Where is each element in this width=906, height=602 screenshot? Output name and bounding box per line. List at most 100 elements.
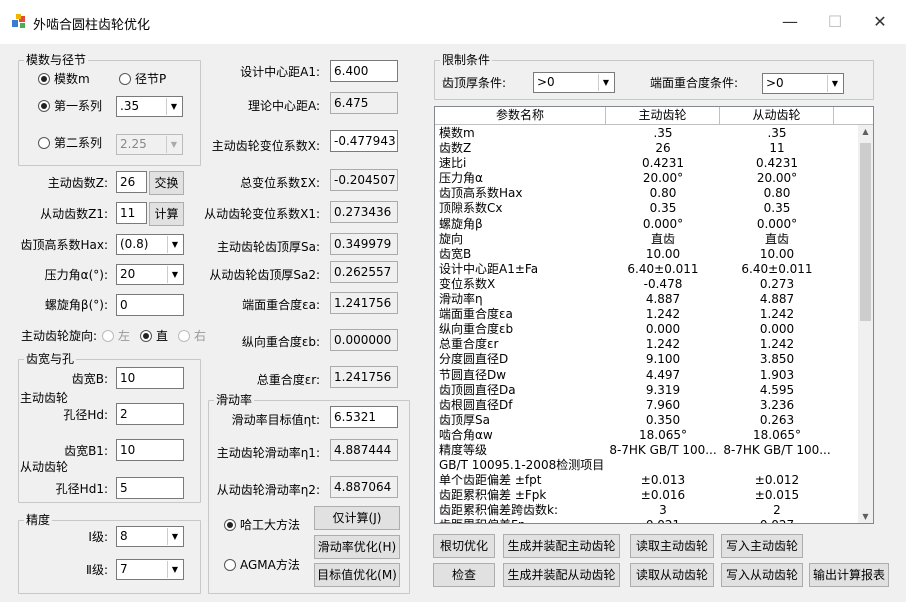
alpha-select[interactable]: 20 ▼ xyxy=(116,264,184,285)
read-driven-gear-button[interactable]: 读取从动齿轮 xyxy=(630,563,714,587)
table-row[interactable]: 速比i 0.4231 0.4231 xyxy=(435,156,859,171)
table-row[interactable]: 设计中心距A1±Fa 6.40±0.011 6.40±0.011 xyxy=(435,262,859,277)
b-input[interactable]: 10 xyxy=(116,367,184,389)
precision-group-title: 精度 xyxy=(24,513,53,527)
hd1-input[interactable]: 5 xyxy=(116,477,184,499)
b1-input[interactable]: 10 xyxy=(116,439,184,461)
radio-dir-straight[interactable]: 直 xyxy=(140,329,168,343)
radio-module[interactable]: 模数m xyxy=(38,72,90,86)
a1-input[interactable]: 6.400 xyxy=(330,60,398,82)
target-input[interactable]: 6.5321 xyxy=(330,406,398,428)
cell-param: 齿宽B xyxy=(439,246,472,261)
export-report-button[interactable]: 输出计算报表 xyxy=(809,563,889,587)
table-row[interactable]: 齿宽B 10.00 10.00 xyxy=(435,247,859,262)
table-row[interactable]: 齿顶高系数Hax 0.80 0.80 xyxy=(435,186,859,201)
cell-param: 顶隙系数Cx xyxy=(439,201,503,216)
table-row[interactable]: 螺旋角β 0.000° 0.000° xyxy=(435,217,859,232)
cell-param: 分度圆直径D xyxy=(439,352,509,367)
scroll-up-icon[interactable]: ▲ xyxy=(858,127,873,136)
table-row[interactable]: 啮合角αw 18.065° 18.065° xyxy=(435,428,859,443)
cell-param: 齿顶高系数Hax xyxy=(439,186,523,201)
target-optimize-button[interactable]: 目标值优化(M) xyxy=(314,563,400,587)
gen-drive-gear-button[interactable]: 生成并装配主动齿轮 xyxy=(503,534,620,558)
table-row[interactable]: 顶隙系数Cx 0.35 0.35 xyxy=(435,201,859,216)
radio-module-label: 模数m xyxy=(54,72,90,86)
table-row[interactable]: 变位系数X -0.478 0.273 xyxy=(435,277,859,292)
header-driving: 主动齿轮 xyxy=(606,107,720,124)
table-row[interactable]: 旋向 直齿 直齿 xyxy=(435,232,859,247)
table-row[interactable]: GB/T 10095.1-2008检测项目 xyxy=(435,458,859,473)
grade1-select[interactable]: 8 ▼ xyxy=(116,526,184,547)
vertical-scrollbar[interactable]: ▲ ▼ xyxy=(858,125,873,523)
radio-hit-method[interactable]: 哈工大方法 xyxy=(224,518,300,532)
result-table[interactable]: 参数名称 主动齿轮 从动齿轮 模数m .35 .35 齿数Z 26 11 速比i 0.4231… xyxy=(434,106,874,524)
series1-select[interactable]: .35 ▼ xyxy=(116,96,183,117)
radio-series2[interactable]: 第二系列 xyxy=(38,136,102,150)
read-drive-gear-button[interactable]: 读取主动齿轮 xyxy=(630,534,714,558)
gen-driven-gear-button[interactable]: 生成并装配从动齿轮 xyxy=(503,563,620,587)
table-row[interactable]: 齿距累积偏差Fp0.0210.027 xyxy=(435,518,859,523)
sx-label: 总变位系数ΣX: xyxy=(240,176,320,190)
table-row[interactable]: 总重合度εr 1.242 1.242 xyxy=(435,337,859,352)
n2-label: 从动齿轮滑动率η2: xyxy=(216,483,320,497)
table-row[interactable]: 节圆直径Dw 4.497 1.903 xyxy=(435,368,859,383)
calc-button[interactable]: 计算 xyxy=(149,202,184,226)
check-button[interactable]: 检查 xyxy=(433,563,495,587)
root-cut-optimize-button[interactable]: 根切优化 xyxy=(433,534,495,558)
table-row[interactable]: 模数m .35 .35 xyxy=(435,126,859,141)
series2-select[interactable]: 2.25 ▼ xyxy=(116,134,183,155)
cell-driving: 9.319 xyxy=(645,382,681,397)
table-row[interactable]: 压力角α 20.00° 20.00° xyxy=(435,171,859,186)
x-label: 主动齿轮变位系数X: xyxy=(211,139,320,153)
cell-driven: 2 xyxy=(773,503,781,518)
scroll-down-icon[interactable]: ▼ xyxy=(858,512,873,521)
slide-optimize-button[interactable]: 滑动率优化(H) xyxy=(314,535,400,559)
z2-input[interactable]: 11 xyxy=(116,202,147,224)
cell-driven: 1.903 xyxy=(759,367,795,382)
overlap-condition-select[interactable]: >0 ▼ xyxy=(762,73,844,94)
table-row[interactable]: 纵向重合度εb 0.000 0.000 xyxy=(435,322,859,337)
cell-driving: 26 xyxy=(655,141,671,156)
cell-param: 模数m xyxy=(439,126,475,140)
beta-input[interactable]: 0 xyxy=(116,294,184,316)
cell-driven: 4.595 xyxy=(759,382,795,397)
close-button[interactable]: ✕ xyxy=(870,12,890,32)
radio-series1[interactable]: 第一系列 xyxy=(38,99,102,113)
cell-driving: 4.497 xyxy=(645,367,681,382)
hax-select[interactable]: (0.8) ▼ xyxy=(116,234,184,255)
x1-output: 0.273436 xyxy=(330,201,398,223)
grade1-value: 8 xyxy=(120,529,128,543)
write-drive-gear-button[interactable]: 写入主动齿轮 xyxy=(721,534,803,558)
calc-only-button[interactable]: 仅计算(J) xyxy=(314,506,400,530)
radio-dir-left[interactable]: 左 xyxy=(102,329,130,343)
cell-driven: 1.242 xyxy=(759,337,795,352)
maximize-button[interactable]: ☐ xyxy=(825,12,845,32)
table-row[interactable]: 齿数Z 26 11 xyxy=(435,141,859,156)
table-row[interactable]: 端面重合度εa 1.242 1.242 xyxy=(435,307,859,322)
table-row[interactable]: 滑动率η 4.887 4.887 xyxy=(435,292,859,307)
table-row[interactable]: 单个齿距偏差 ±fpt ±0.013 ±0.012 xyxy=(435,473,859,488)
minimize-button[interactable]: — xyxy=(780,12,800,32)
z1-input[interactable]: 26 xyxy=(116,171,147,193)
radio-pitch[interactable]: 径节P xyxy=(119,72,166,86)
table-row[interactable]: 精度等级 8-7HK GB/T 100... 8-7HK GB/T 100... xyxy=(435,443,859,458)
table-row[interactable]: 齿顶圆直径Da 9.319 4.595 xyxy=(435,383,859,398)
grade2-select[interactable]: 7 ▼ xyxy=(116,559,184,580)
table-row[interactable]: 分度圆直径D 9.100 3.850 xyxy=(435,352,859,367)
table-row[interactable]: 齿距累积偏差跨齿数k: 3 2 xyxy=(435,503,859,518)
cell-driven: 0.000 xyxy=(759,322,795,337)
scroll-thumb[interactable] xyxy=(860,143,871,321)
overlap-condition-label: 端面重合度条件: xyxy=(650,76,739,90)
grade1-label: Ⅰ级: xyxy=(88,530,108,544)
tip-condition-select[interactable]: >0 ▼ xyxy=(533,72,615,93)
radio-dir-left-label: 左 xyxy=(118,329,131,343)
write-driven-gear-button[interactable]: 写入从动齿轮 xyxy=(721,563,803,587)
table-row[interactable]: 齿距累积偏差 ±Fpk ±0.016 ±0.015 xyxy=(435,488,859,503)
table-row[interactable]: 齿根圆直径Df 7.960 3.236 xyxy=(435,398,859,413)
swap-button[interactable]: 交换 xyxy=(149,171,184,195)
table-row[interactable]: 齿顶厚Sa 0.350 0.263 xyxy=(435,413,859,428)
radio-agma-method[interactable]: AGMA方法 xyxy=(224,558,300,572)
hd-input[interactable]: 2 xyxy=(116,403,184,425)
radio-dot xyxy=(224,559,236,571)
x-input[interactable]: -0.477943 xyxy=(330,130,398,152)
